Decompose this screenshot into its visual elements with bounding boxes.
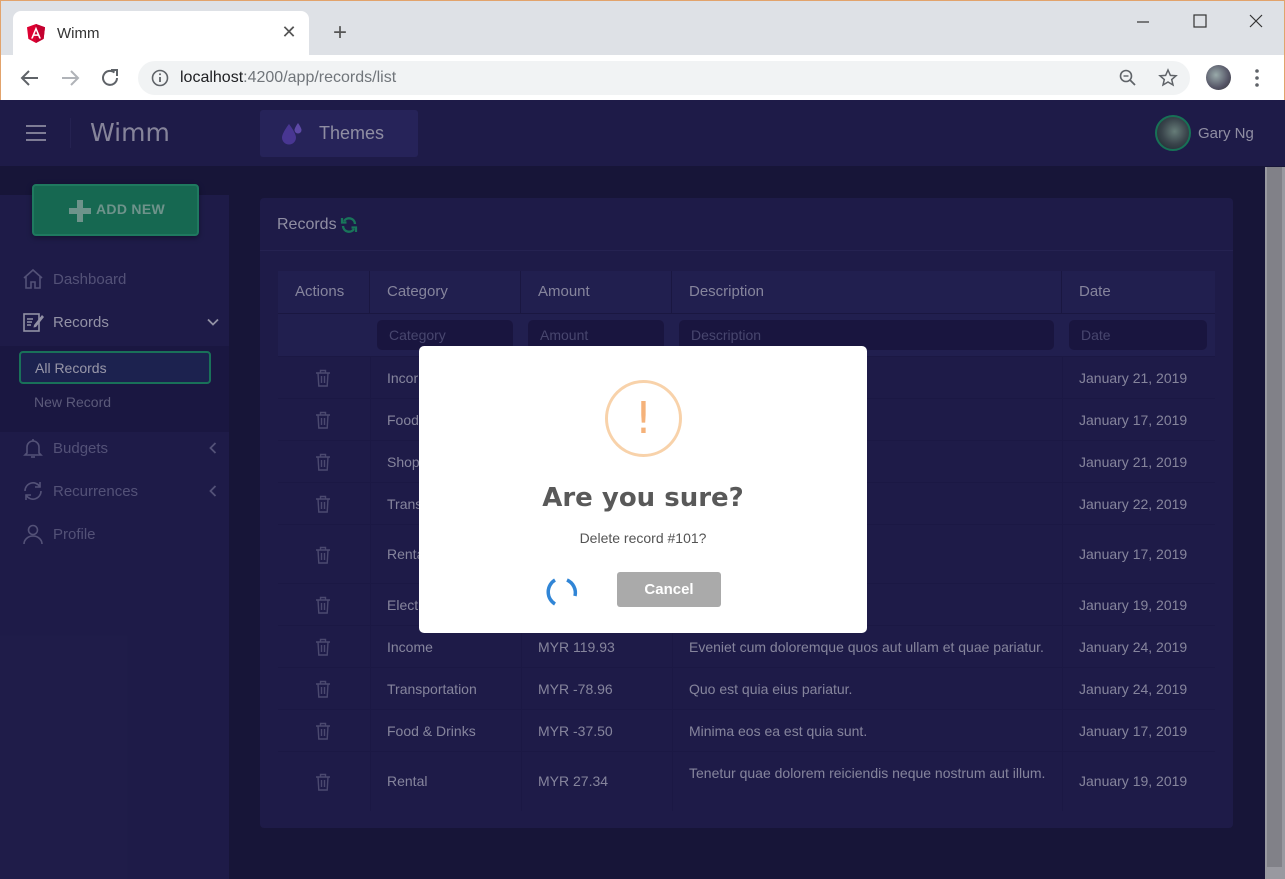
browser-tab[interactable]: Wimm ✕: [13, 11, 309, 55]
bookmark-star-icon[interactable]: [1158, 68, 1178, 88]
minimize-icon[interactable]: [1120, 9, 1166, 35]
loading-spinner-icon: [546, 578, 578, 606]
address-bar[interactable]: localhost:4200/app/records/list: [138, 61, 1190, 95]
browser-window: Wimm ✕ + localhost:4200/app/records/list: [0, 0, 1285, 101]
angular-logo-icon: [27, 24, 45, 43]
browser-profile-avatar[interactable]: [1206, 65, 1231, 90]
close-window-icon[interactable]: [1233, 9, 1279, 35]
confirm-dialog: ! Are you sure? Delete record #101? Canc…: [419, 346, 867, 633]
maximize-icon[interactable]: [1177, 9, 1223, 35]
warning-mark: !: [634, 393, 653, 444]
browser-toolbar: localhost:4200/app/records/list: [1, 55, 1284, 101]
tab-title: Wimm: [57, 25, 100, 42]
browser-menu-icon[interactable]: [1249, 65, 1265, 91]
url-text: localhost:4200/app/records/list: [180, 69, 396, 87]
forward-icon[interactable]: [57, 65, 83, 91]
url-host: localhost: [180, 69, 244, 86]
back-icon[interactable]: [17, 65, 43, 91]
info-icon[interactable]: [150, 68, 170, 88]
tab-close-icon[interactable]: ✕: [279, 22, 299, 42]
reload-icon[interactable]: [97, 65, 123, 91]
dialog-text: Delete record #101?: [579, 530, 707, 546]
zoom-icon[interactable]: [1118, 68, 1138, 88]
cancel-button[interactable]: Cancel: [617, 572, 721, 607]
url-path: :4200/app/records/list: [243, 69, 397, 86]
dialog-title: Are you sure?: [542, 483, 744, 513]
new-tab-button[interactable]: +: [327, 21, 353, 47]
warning-icon: !: [605, 380, 682, 457]
